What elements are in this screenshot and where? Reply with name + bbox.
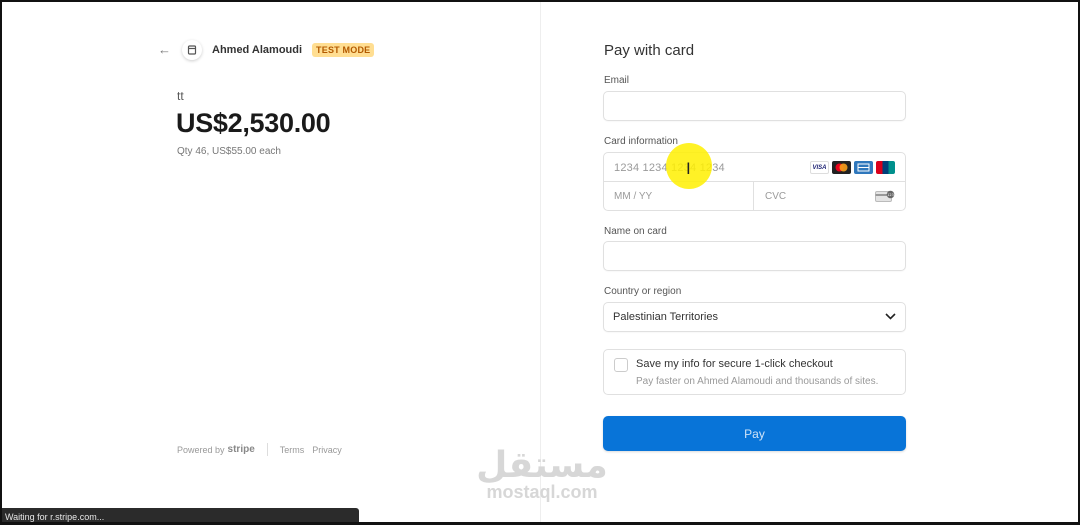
text-cursor-icon: I: [686, 159, 691, 178]
save-info-subtitle: Pay faster on Ahmed Alamoudi and thousan…: [636, 376, 879, 387]
save-info-box: Save my info for secure 1-click checkout…: [603, 349, 906, 395]
product-name: tt: [177, 89, 184, 103]
form-title: Pay with card: [604, 42, 695, 59]
email-label: Email: [604, 75, 630, 86]
quantity-line: Qty 46, US$55.00 each: [177, 146, 281, 157]
svg-text:123: 123: [887, 193, 894, 197]
stripe-logo[interactable]: stripe: [228, 444, 255, 455]
card-secondary-row: MM / YY CVC 123: [604, 182, 905, 211]
store-icon: [182, 40, 202, 60]
test-mode-badge: TEST MODE: [312, 43, 375, 57]
visa-icon: VISA: [810, 161, 829, 174]
privacy-link[interactable]: Privacy: [312, 445, 342, 455]
merchant-name: Ahmed Alamoudi: [212, 44, 303, 56]
card-information-label: Card information: [604, 136, 678, 147]
name-on-card-field[interactable]: [603, 241, 906, 271]
pay-button[interactable]: Pay: [603, 416, 906, 451]
merchant-header: ← Ahmed Alamoudi TEST MODE: [158, 40, 375, 60]
save-info-title: Save my info for secure 1-click checkout: [636, 358, 833, 370]
save-info-checkbox[interactable]: [614, 358, 628, 372]
terms-link[interactable]: Terms: [280, 445, 305, 455]
cvc-placeholder: CVC: [765, 191, 787, 202]
watermark: مستقل mostaql.com: [472, 448, 612, 503]
email-field[interactable]: [603, 91, 906, 121]
footer-divider: [266, 443, 268, 456]
card-brands: VISA: [810, 161, 895, 174]
powered-by-label: Powered by: [177, 444, 225, 455]
expiry-placeholder: MM / YY: [614, 191, 653, 202]
total-price: US$2,530.00: [176, 108, 331, 138]
name-on-card-label: Name on card: [604, 226, 667, 237]
amex-icon: [854, 161, 873, 174]
country-value: Palestinian Territories: [613, 311, 718, 323]
cvc-card-icon: 123: [875, 190, 895, 203]
country-label: Country or region: [604, 286, 682, 297]
payment-form-panel: Pay with card Email Card information 123…: [541, 0, 1080, 525]
mastercard-icon: [832, 161, 851, 174]
card-number-field[interactable]: 1234 1234 1234 1234 VISA: [604, 153, 905, 182]
browser-status-bar: Waiting for r.stripe.com...: [0, 508, 359, 525]
unionpay-icon: [876, 161, 895, 174]
country-select[interactable]: Palestinian Territories: [603, 302, 906, 332]
order-summary-panel: ← Ahmed Alamoudi TEST MODE tt US$2,530.0…: [0, 0, 540, 525]
watermark-latin: mostaql.com: [486, 482, 598, 502]
card-information-group: 1234 1234 1234 1234 VISA MM / YY CVC 123: [603, 152, 906, 211]
chevron-down-icon: [885, 311, 896, 323]
back-arrow-icon[interactable]: ←: [158, 43, 172, 57]
cvc-field[interactable]: CVC 123: [755, 182, 905, 211]
footer: Powered by stripe Terms Privacy: [177, 443, 350, 456]
watermark-arabic: مستقل: [476, 445, 608, 486]
